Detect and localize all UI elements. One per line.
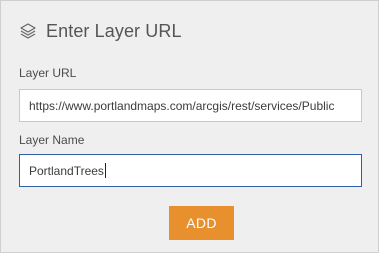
layer-url-input[interactable]: https://www.portlandmaps.com/arcgis/rest… — [19, 89, 362, 122]
layer-name-input[interactable]: PortlandTrees — [19, 154, 362, 187]
layer-name-label: Layer Name — [19, 133, 85, 147]
panel-header: Enter Layer URL — [19, 19, 182, 43]
layer-url-label: Layer URL — [19, 66, 77, 80]
add-layer-panel: Enter Layer URL Layer URL https://www.po… — [0, 0, 379, 253]
layers-icon — [19, 22, 37, 40]
layer-url-value: https://www.portlandmaps.com/arcgis/rest… — [29, 98, 335, 113]
add-button[interactable]: ADD — [169, 206, 234, 240]
text-cursor — [104, 163, 106, 178]
layer-name-value: PortlandTrees — [29, 163, 104, 178]
page-title: Enter Layer URL — [46, 20, 182, 41]
